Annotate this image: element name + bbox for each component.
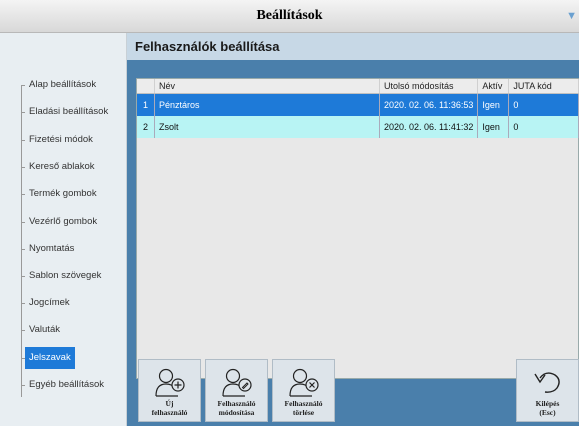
sidebar-item-egyeb-beallitasok[interactable]: Egyéb beállítások (21, 374, 108, 396)
table-header-row: Név Utolsó módosítás Aktív JUTA kód (137, 79, 579, 94)
cell-active: Igen (477, 93, 510, 116)
title-bar: Beállítások ▼ (0, 0, 579, 33)
cell-index: 2 (137, 116, 155, 138)
cell-name: Zsolt (154, 116, 380, 138)
column-header-active[interactable]: Aktív (477, 79, 510, 94)
new-user-button-label: Új felhasználó (151, 399, 188, 417)
window-title: Beállítások (256, 8, 323, 23)
tree-line (21, 85, 22, 397)
cell-active: Igen (477, 116, 510, 138)
users-table: Név Utolsó módosítás Aktív JUTA kód 1 Pé… (137, 79, 579, 138)
cell-juta-code: 0 (508, 93, 579, 116)
exit-button-label: Kilépés (Esc) (535, 399, 560, 417)
delete-user-button[interactable]: Felhasználó törlése (272, 359, 335, 422)
edit-user-button-label: Felhasználó módosítása (217, 399, 256, 417)
sidebar-item-termek-gombok[interactable]: Termék gombok (21, 183, 101, 205)
sidebar-item-kereso-ablakok[interactable]: Kereső ablakok (20, 156, 98, 178)
sidebar-item-valutak[interactable]: Valuták (21, 319, 64, 341)
edit-user-button[interactable]: Felhasználó módosítása (205, 359, 268, 422)
add-user-icon (155, 368, 185, 397)
sidebar: Alap beállítások Eladási beállítások Fiz… (0, 33, 127, 426)
bottom-toolbar: Új felhasználó Felhasználó módosítása Fe… (127, 357, 579, 426)
window-menu-icon[interactable]: ▼ (566, 10, 577, 22)
cell-last-modified: 2020. 02. 06. 11:41:32 (379, 116, 479, 138)
column-header-juta-code[interactable]: JUTA kód (508, 79, 579, 94)
cell-index: 1 (137, 93, 155, 116)
edit-user-icon (222, 368, 252, 397)
column-header-index[interactable] (137, 79, 155, 94)
column-header-last-modified[interactable]: Utolsó módosítás (379, 79, 479, 94)
cell-juta-code: 0 (508, 116, 579, 138)
sidebar-item-eladasi-beallitasok[interactable]: Eladási beállítások (20, 101, 112, 123)
users-table-container[interactable]: Név Utolsó módosítás Aktív JUTA kód 1 Pé… (136, 78, 579, 379)
sidebar-item-alap-beallitasok[interactable]: Alap beállítások (20, 74, 100, 96)
table-row[interactable]: 1 Pénztáros 2020. 02. 06. 11:36:53 Igen … (137, 93, 579, 116)
table-row[interactable]: 2 Zsolt 2020. 02. 06. 11:41:32 Igen 0 (137, 116, 579, 138)
main-panel: Felhasználók beállítása Név Utolsó módos… (127, 33, 579, 426)
delete-user-button-label: Felhasználó törlése (284, 399, 323, 417)
sidebar-item-jelszavak[interactable]: Jelszavak (21, 347, 75, 369)
sidebar-item-fizetesi-modok[interactable]: Fizetési módok (21, 129, 97, 151)
delete-user-icon (289, 368, 319, 397)
exit-button[interactable]: Kilépés (Esc) (516, 359, 579, 422)
column-header-name[interactable]: Név (154, 79, 380, 94)
new-user-button[interactable]: Új felhasználó (138, 359, 201, 422)
sidebar-item-nyomtatas[interactable]: Nyomtatás (20, 238, 78, 260)
page-title: Felhasználók beállítása (135, 39, 280, 54)
sidebar-item-sablon-szovegek[interactable]: Sablon szövegek (20, 265, 105, 287)
undo-arrow-icon (534, 372, 560, 393)
cell-last-modified: 2020. 02. 06. 11:36:53 (379, 93, 479, 116)
sidebar-item-vezerlo-gombok[interactable]: Vezérlő gombok (20, 211, 101, 233)
cell-name: Pénztáros (154, 93, 380, 116)
sidebar-item-jogcimek[interactable]: Jogcímek (21, 292, 74, 314)
main-header: Felhasználók beállítása (127, 33, 579, 60)
